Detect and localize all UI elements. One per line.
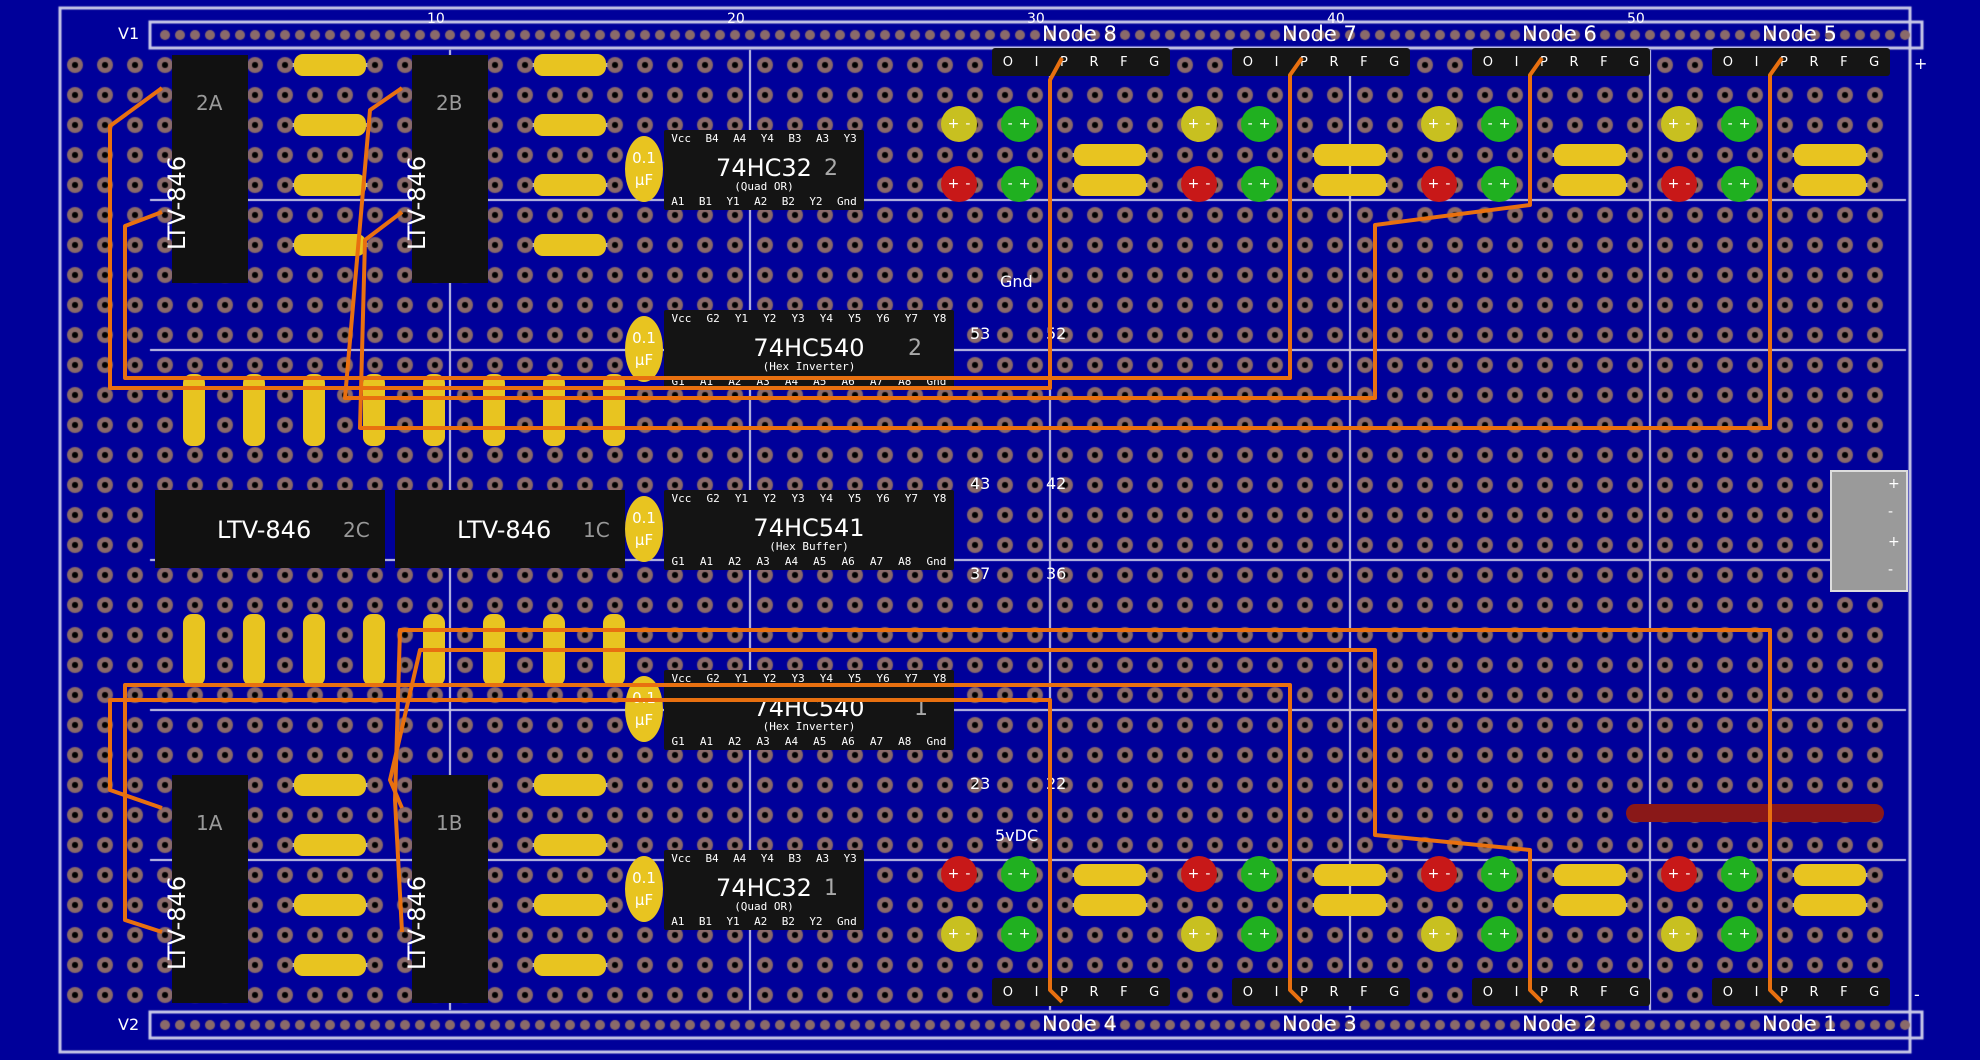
wire [388, 648, 1544, 1004]
wire-overlay [108, 56, 1784, 1004]
wire [123, 683, 1304, 1004]
wire [108, 698, 1064, 1004]
wire [123, 56, 1304, 380]
wire [358, 56, 1784, 430]
wire [343, 56, 1544, 400]
wire [108, 57, 1064, 390]
